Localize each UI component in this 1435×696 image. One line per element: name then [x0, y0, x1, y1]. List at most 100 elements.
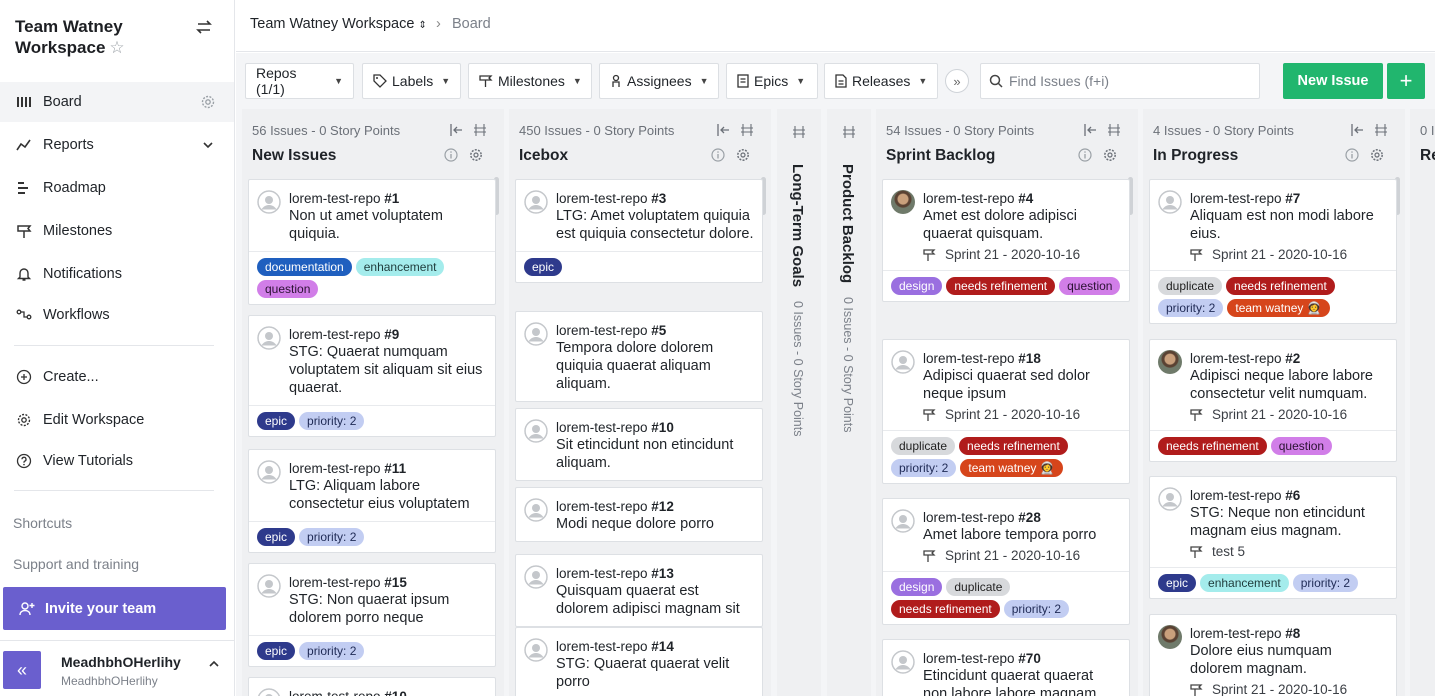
issue-title[interactable]: Aliquam est non modi labore eius. — [1190, 207, 1388, 243]
repos-filter-button[interactable]: Repos (1/1) ▼ — [245, 63, 354, 99]
label-pill[interactable]: priority: 2 — [299, 528, 365, 546]
board-settings-gear-icon[interactable] — [200, 94, 216, 110]
label-pill[interactable]: enhancement — [355, 258, 445, 276]
label-pill[interactable]: duplicate — [1158, 277, 1223, 295]
sidebar-item-reports[interactable]: Reports — [0, 125, 234, 165]
issue-card[interactable]: lorem-test-repo #10 — [248, 677, 496, 696]
label-pill[interactable]: question — [257, 280, 319, 298]
column-settings-gear-icon[interactable] — [1103, 148, 1117, 162]
issue-card[interactable]: lorem-test-repo #8 Dolore eius numquam do… — [1149, 614, 1397, 696]
sidebar-item-board[interactable]: Board — [0, 82, 234, 122]
user-menu[interactable]: « MeadhbhOHerlihy MeadhbhOHerlihy — [0, 640, 234, 696]
switch-workspace-icon[interactable] — [195, 18, 213, 36]
issue-card[interactable]: lorem-test-repo #2 Adipisci neque labore … — [1149, 339, 1397, 462]
label-pill[interactable]: epic — [257, 412, 296, 430]
label-pill[interactable]: priority: 2 — [1158, 299, 1224, 317]
sidebar-item-edit-workspace[interactable]: Edit Workspace — [0, 400, 234, 440]
sidebar-item-milestones[interactable]: Milestones — [0, 211, 234, 251]
shortcuts-link[interactable]: Shortcuts — [13, 515, 72, 531]
sidebar-item-create[interactable]: Create... — [0, 357, 234, 397]
label-pill[interactable]: team watney 👩‍🚀 — [960, 459, 1063, 477]
issue-card[interactable]: lorem-test-repo #13 Quisquam quaerat est … — [515, 554, 763, 627]
issue-card[interactable]: lorem-test-repo #5 Tempora dolore dolorem… — [515, 311, 763, 402]
label-pill[interactable]: design — [891, 277, 943, 295]
issue-title[interactable]: STG: Quaerat numquam voluptatem sit aliq… — [289, 343, 487, 397]
label-pill[interactable]: priority: 2 — [299, 642, 365, 660]
issue-card[interactable]: lorem-test-repo #7 Aliquam est non modi l… — [1149, 179, 1397, 324]
collapsed-column[interactable]: Product Backlog 0 Issues - 0 Story Points — [827, 109, 871, 696]
issue-card[interactable]: lorem-test-repo #4 Amet est dolore adipis… — [882, 179, 1130, 302]
collapsed-column[interactable]: Long-Term Goals 0 Issues - 0 Story Points — [777, 109, 821, 696]
search-box[interactable] — [980, 63, 1260, 99]
issue-card[interactable]: lorem-test-repo #14 STG: Quaerat quaerat … — [515, 627, 763, 696]
issue-title[interactable]: Amet est dolore adipisci quaerat quisqua… — [923, 207, 1121, 243]
issue-title[interactable]: Sit etincidunt non etincidunt aliquam. — [556, 436, 754, 472]
info-icon[interactable] — [711, 148, 725, 162]
label-pill[interactable]: team watney 👩‍🚀 — [1227, 299, 1330, 317]
issue-card[interactable]: lorem-test-repo #11 LTG: Aliquam labore c… — [248, 449, 496, 553]
sidebar-item-roadmap[interactable]: Roadmap — [0, 168, 234, 208]
support-link[interactable]: Support and training — [13, 556, 139, 572]
issue-card[interactable]: lorem-test-repo #9 STG: Quaerat numquam v… — [248, 315, 496, 437]
epics-filter-button[interactable]: Epics ▼ — [726, 63, 818, 99]
label-pill[interactable]: design — [891, 578, 943, 596]
new-issue-button[interactable]: New Issue — [1283, 63, 1383, 99]
label-pill[interactable]: enhancement — [1200, 574, 1289, 592]
info-icon[interactable] — [444, 148, 458, 162]
star-icon[interactable]: ☆ — [109, 38, 124, 57]
column-settings-gear-icon[interactable] — [1370, 148, 1384, 162]
label-pill[interactable]: needs refinement — [891, 600, 1000, 618]
chevron-down-icon[interactable] — [200, 137, 216, 153]
pin-column-icon[interactable] — [1107, 123, 1121, 137]
more-filters-button[interactable]: » — [945, 69, 969, 93]
sidebar-item-view-tutorials[interactable]: View Tutorials — [0, 441, 234, 481]
collapse-column-icon[interactable] — [449, 123, 463, 137]
collapse-column-icon[interactable] — [1350, 123, 1364, 137]
issue-title[interactable]: Quisquam quaerat est dolorem adipisci ma… — [556, 582, 754, 618]
label-pill[interactable]: needs refinement — [946, 277, 1056, 295]
label-pill[interactable]: priority: 2 — [891, 459, 957, 477]
new-issue-menu-button[interactable]: + — [1387, 63, 1425, 99]
issue-title[interactable]: STG: Neque non etincidunt magnam eius ma… — [1190, 504, 1388, 540]
collapse-column-icon[interactable] — [716, 123, 730, 137]
pin-column-icon[interactable] — [473, 123, 487, 137]
issue-title[interactable]: LTG: Amet voluptatem quiquia est quiquia… — [556, 207, 754, 243]
issue-card[interactable]: lorem-test-repo #15 STG: Non quaerat ipsu… — [248, 563, 496, 667]
issue-card[interactable]: lorem-test-repo #1 Non ut amet voluptatem… — [248, 179, 496, 305]
issue-card[interactable]: lorem-test-repo #70 Etincidunt quaerat qu… — [882, 639, 1130, 696]
issue-card[interactable]: lorem-test-repo #28 Amet labore tempora p… — [882, 498, 1130, 625]
issue-title[interactable]: Etincidunt quaerat quaerat non labore la… — [923, 667, 1121, 696]
workspace-title[interactable]: Team Watney Workspace ☆ — [15, 16, 185, 58]
label-pill[interactable]: priority: 2 — [1003, 600, 1070, 618]
info-icon[interactable] — [1345, 148, 1359, 162]
issue-title[interactable]: Non ut amet voluptatem quiquia. — [289, 207, 487, 243]
issue-title[interactable]: Adipisci quaerat sed dolor neque ipsum — [923, 367, 1121, 403]
pin-column-icon[interactable] — [1374, 123, 1388, 137]
breadcrumb-workspace[interactable]: Team Watney Workspace ⇕ — [250, 16, 427, 32]
label-pill[interactable]: priority: 2 — [1292, 574, 1359, 592]
column-settings-gear-icon[interactable] — [736, 148, 750, 162]
info-icon[interactable] — [1078, 148, 1092, 162]
invite-team-button[interactable]: Invite your team — [3, 587, 226, 630]
column-settings-gear-icon[interactable] — [469, 148, 483, 162]
issue-title[interactable]: Amet labore tempora porro — [923, 526, 1121, 544]
issue-title[interactable]: STG: Non quaerat ipsum dolorem porro neq… — [289, 591, 487, 627]
sidebar-item-workflows[interactable]: Workflows — [0, 295, 234, 335]
issue-title[interactable]: STG: Quaerat quaerat velit porro — [556, 655, 754, 691]
chevron-up-icon[interactable] — [207, 657, 221, 671]
collapse-column-icon[interactable] — [1083, 123, 1097, 137]
labels-filter-button[interactable]: Labels ▼ — [362, 63, 461, 99]
label-pill[interactable]: epic — [524, 258, 563, 276]
issue-title[interactable]: Dolore eius numquam dolorem magnam. — [1190, 642, 1388, 678]
issue-title[interactable]: LTG: Aliquam labore consectetur eius vol… — [289, 477, 487, 513]
label-pill[interactable]: epic — [1158, 574, 1197, 592]
label-pill[interactable]: question — [1270, 437, 1333, 455]
releases-filter-button[interactable]: Releases ▼ — [824, 63, 938, 99]
milestones-filter-button[interactable]: Milestones ▼ — [468, 63, 592, 99]
label-pill[interactable]: documentation — [257, 258, 352, 276]
label-pill[interactable]: question — [1059, 277, 1121, 295]
issue-card[interactable]: lorem-test-repo #3 LTG: Amet voluptatem q… — [515, 179, 763, 283]
issue-card[interactable]: lorem-test-repo #12 Modi neque dolore por… — [515, 487, 763, 542]
label-pill[interactable]: epic — [257, 642, 296, 660]
issue-card[interactable]: lorem-test-repo #18 Adipisci quaerat sed … — [882, 339, 1130, 484]
